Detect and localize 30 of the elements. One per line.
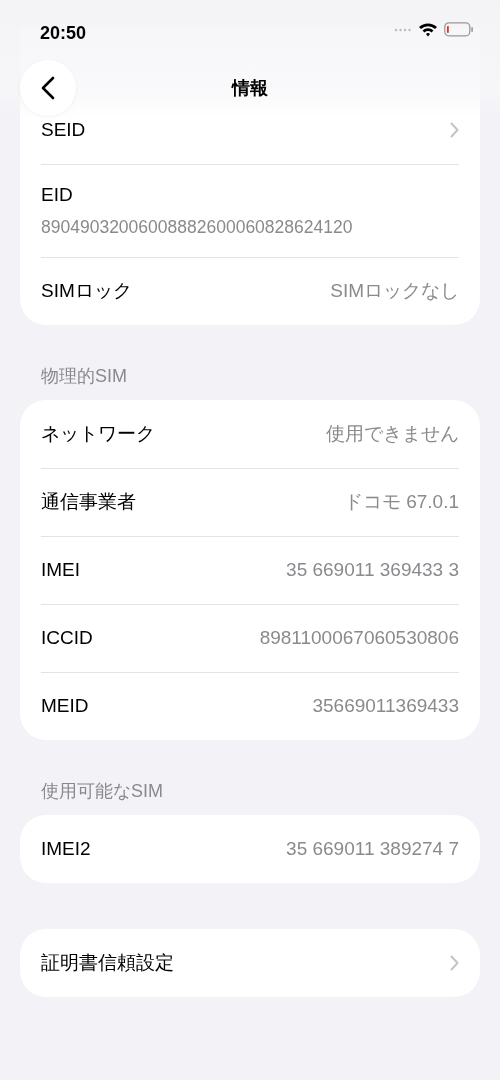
chevron-icon <box>450 122 459 138</box>
row-label: IMEI <box>41 557 81 582</box>
section-header: 使用可能なSIM <box>40 780 164 803</box>
row-label: 通信事業者 <box>41 489 136 514</box>
row-label: ICCID <box>41 625 93 650</box>
row-value: 35669011369433 <box>312 693 459 718</box>
row-value: ドコモ 67.0.1 <box>343 489 459 514</box>
row-label: IMEI2 <box>41 836 91 861</box>
row-label: EID <box>41 183 73 208</box>
back-icon <box>41 76 55 100</box>
status-time: 20:50 <box>40 22 87 45</box>
signal-icon <box>394 27 412 32</box>
section-header: 物理的SIM <box>40 365 128 388</box>
settings-row[interactable]: 証明書信頼設定 <box>20 929 480 997</box>
row-label: MEID <box>41 693 89 718</box>
row-label: 証明書信頼設定 <box>41 950 174 975</box>
row-value: 35 669011 369433 3 <box>286 557 459 582</box>
row-value: 35 669011 389274 7 <box>286 836 459 861</box>
row-value: SIMロックなし <box>330 278 459 303</box>
row-value: 89049032006008882600060828624120 <box>41 215 353 239</box>
settings-row[interactable]: SEID <box>20 96 480 164</box>
row-value: 8981100067060530806 <box>259 625 459 650</box>
row-label: SIMロック <box>41 278 132 303</box>
battery-icon <box>444 22 474 37</box>
row-value: 使用できません <box>326 421 459 446</box>
row-label: ネットワーク <box>41 421 155 446</box>
row-label: SEID <box>41 117 86 142</box>
page-title: 情報 <box>232 78 268 98</box>
wifi-icon <box>418 22 438 37</box>
chevron-icon <box>450 955 459 971</box>
